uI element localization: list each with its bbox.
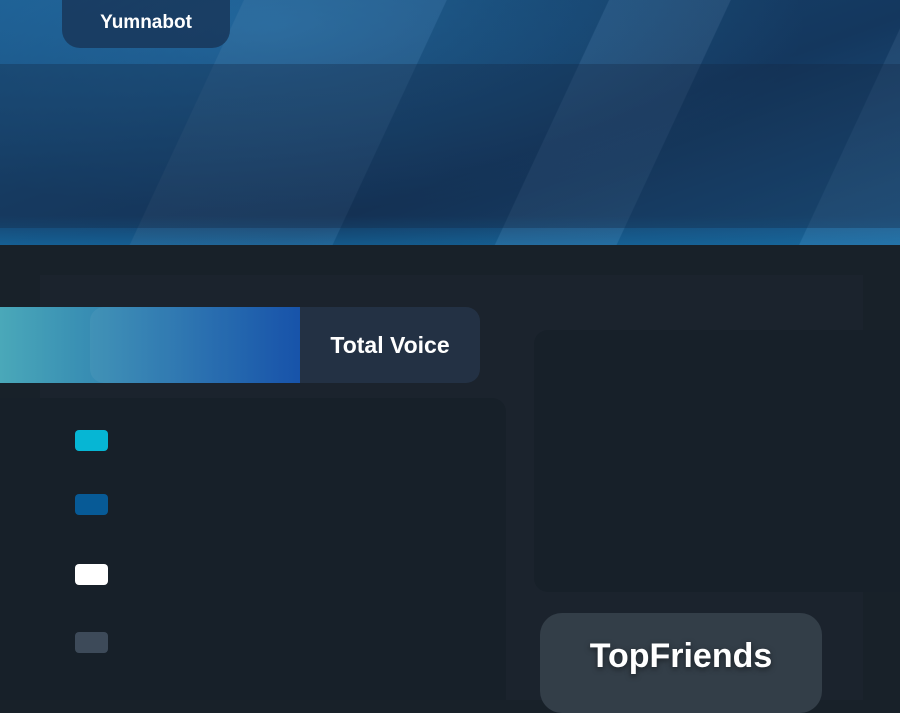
legend-swatch (75, 564, 108, 585)
top-friends-title: TopFriends (589, 637, 773, 675)
brand-pill[interactable]: Yumnabot (62, 0, 230, 48)
legend-swatch (75, 430, 108, 451)
banner-overlay-band (0, 64, 900, 228)
legend-swatch (75, 632, 108, 653)
total-voice-label: Total Voice (330, 331, 450, 358)
header-banner: Yumnabot (0, 0, 900, 245)
legend-swatch (75, 494, 108, 515)
total-voice-label-box: Total Voice (300, 307, 480, 383)
top-friends-card: TopFriends (540, 613, 822, 713)
chart-panel (534, 330, 900, 592)
total-voice-bar-highlight (90, 307, 300, 383)
brand-name: Yumnabot (100, 12, 192, 33)
